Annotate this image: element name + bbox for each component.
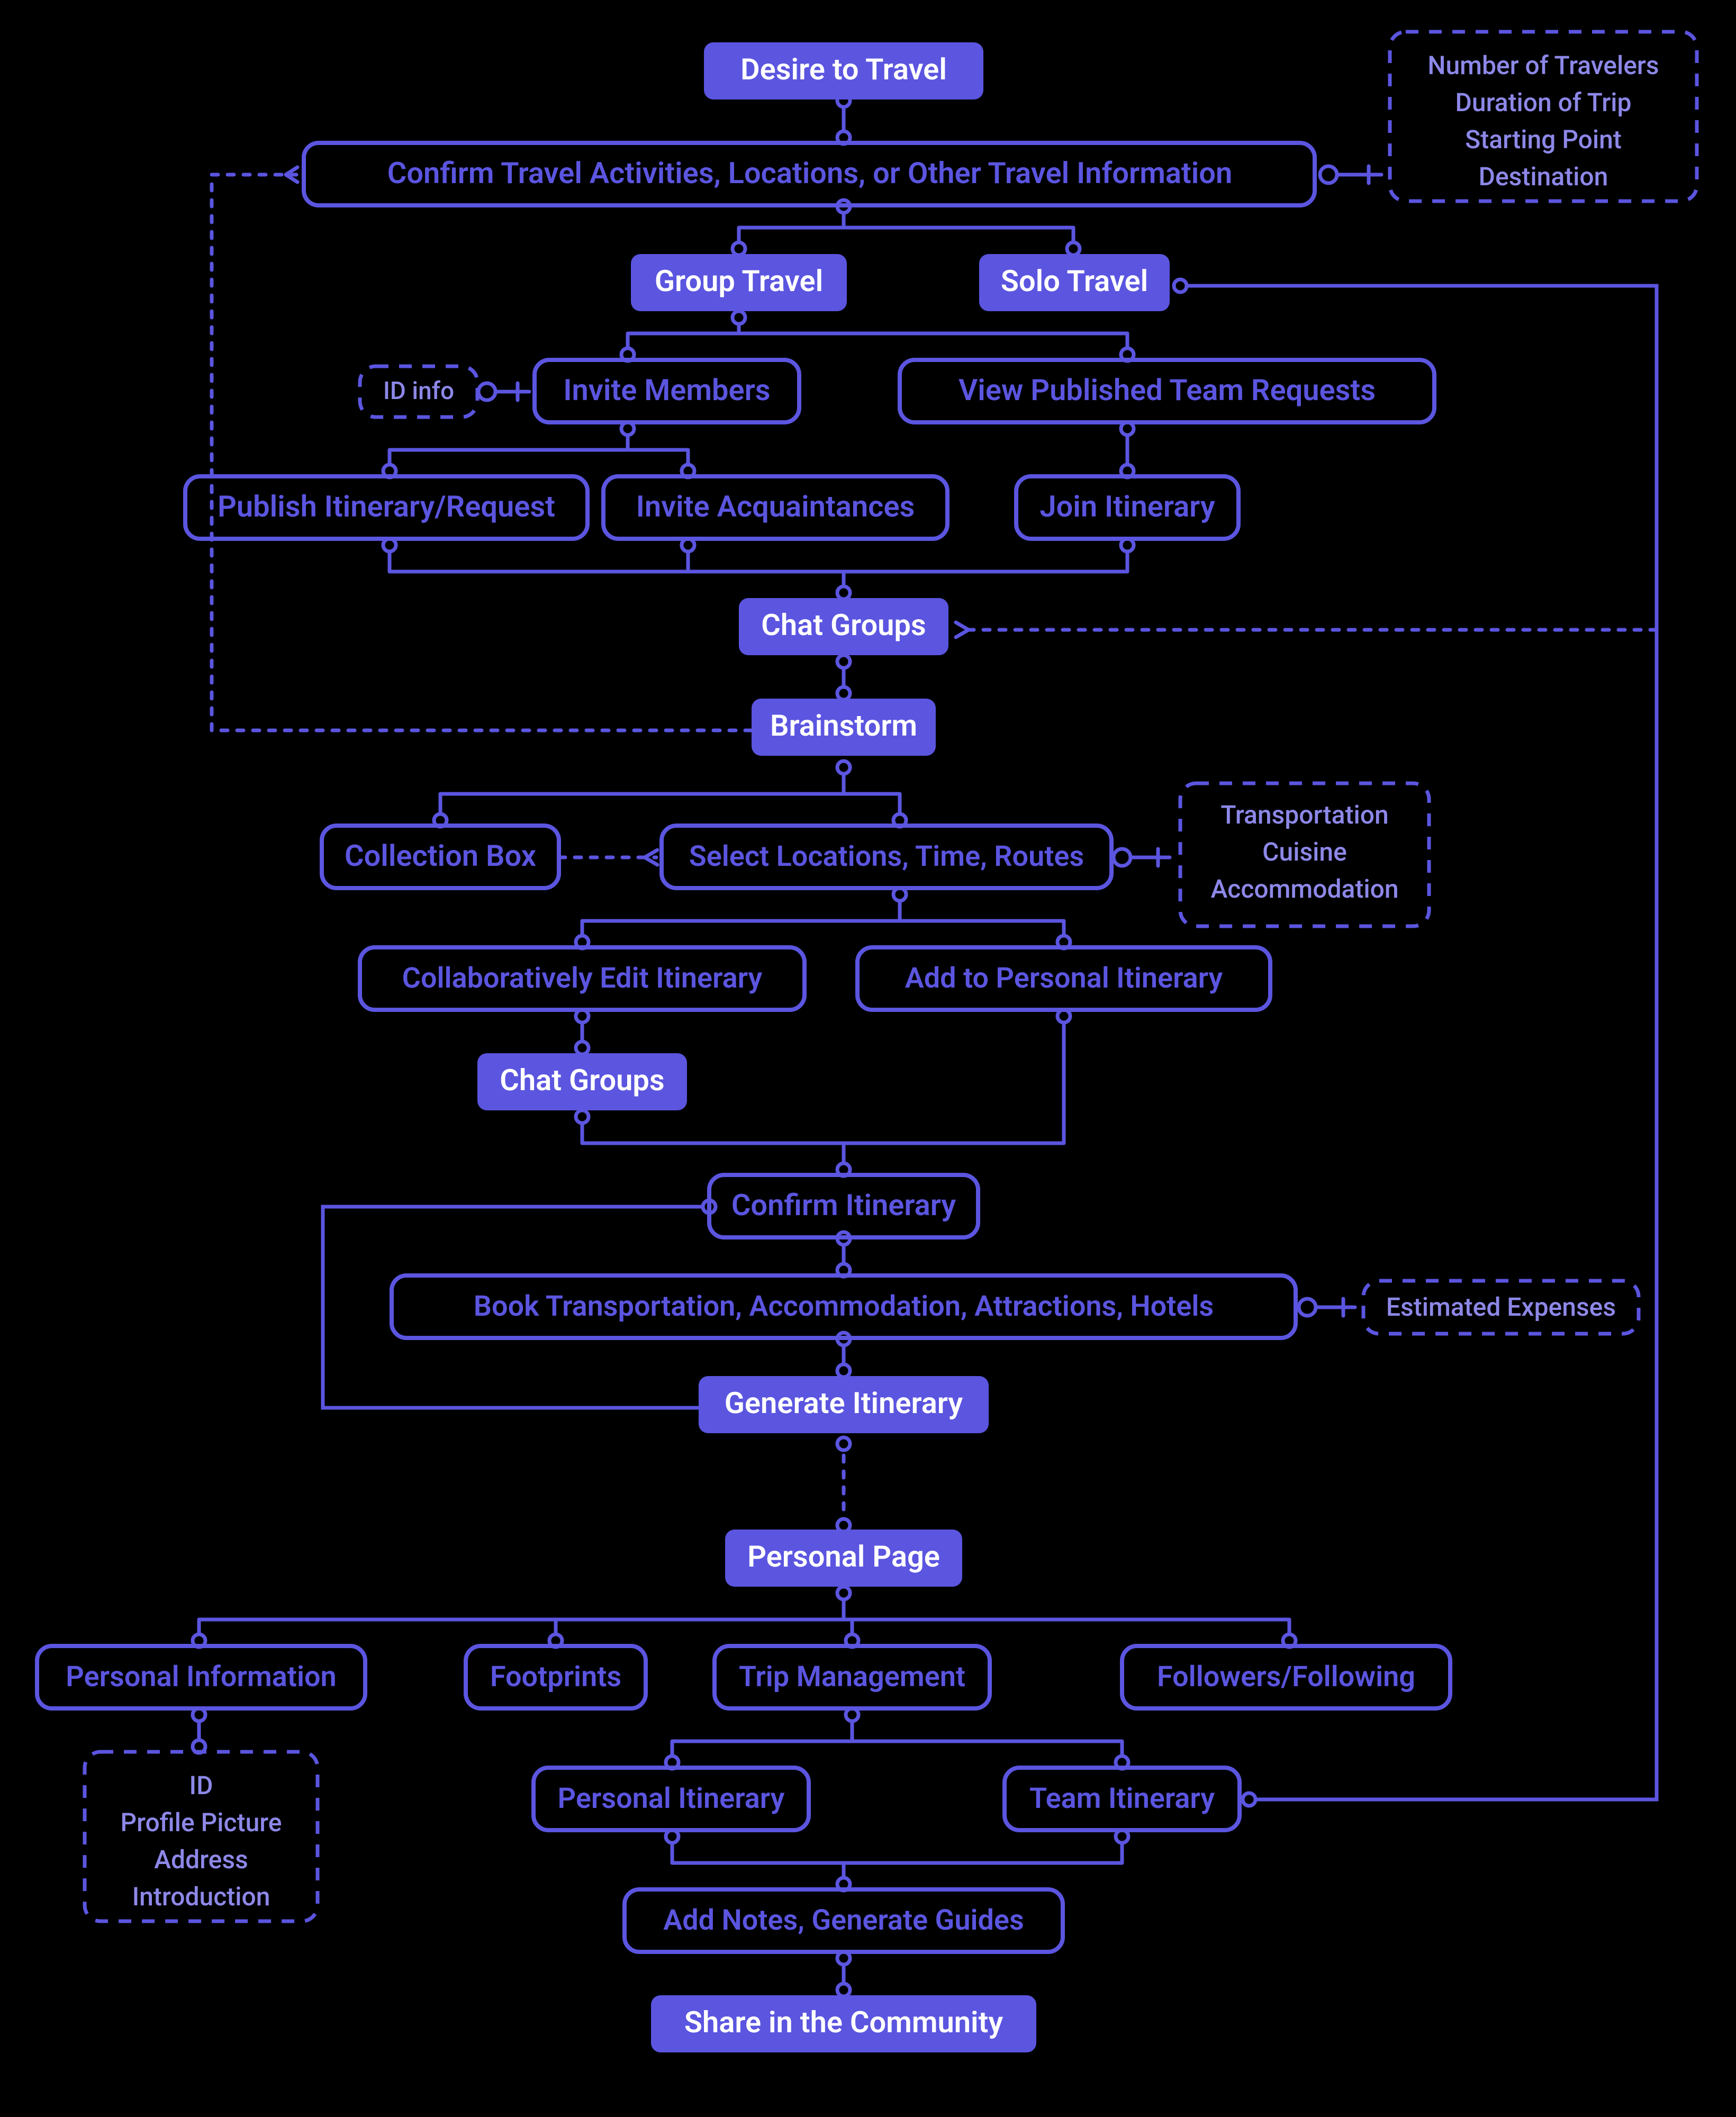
node-label: Invite Acquaintances — [636, 489, 915, 524]
node-group-travel: Group Travel — [631, 254, 847, 311]
edge — [628, 312, 1127, 360]
node-team-itin: Team Itinerary — [1005, 1768, 1240, 1830]
node-generate-itin: Generate Itinerary — [699, 1376, 989, 1433]
svg-text:Duration of Trip: Duration of Trip — [1455, 87, 1632, 117]
node-publish-req: Publish Itinerary/Request — [185, 476, 587, 539]
node-label: Desire to Travel — [740, 52, 947, 87]
node-label: Book Transportation, Accommodation, Attr… — [474, 1290, 1214, 1323]
node-personal-page: Personal Page — [725, 1530, 962, 1587]
node-footprints: Footprints — [466, 1646, 646, 1708]
key-connector — [1299, 1299, 1355, 1316]
node-trip-mgmt: Trip Management — [715, 1646, 990, 1708]
edge — [672, 1709, 1122, 1768]
arrowhead — [956, 622, 969, 637]
node-solo-travel: Solo Travel — [979, 254, 1170, 311]
node-label: Followers/Following — [1157, 1660, 1415, 1694]
annot-travel-params: Number of Travelers Duration of Trip Sta… — [1390, 32, 1697, 201]
node-label: Join Itinerary — [1039, 489, 1215, 524]
svg-text:Number of Travelers: Number of Travelers — [1427, 50, 1659, 80]
edge — [582, 889, 1064, 947]
annot-brainstorm-cat: Transportation Cuisine Accommodation — [1180, 783, 1429, 926]
key-connector — [478, 383, 529, 400]
edge-long-right — [1175, 286, 1657, 1799]
node-label: View Published Team Requests — [959, 373, 1376, 408]
node-personal-info: Personal Information — [37, 1646, 365, 1708]
edge — [199, 1588, 1289, 1646]
node-label: Brainstorm — [770, 708, 917, 743]
key-connector — [1114, 849, 1170, 866]
node-label: Add Notes, Generate Guides — [663, 1904, 1024, 1937]
edge — [390, 540, 1127, 598]
svg-text:Address: Address — [154, 1844, 248, 1875]
node-label: Team Itinerary — [1029, 1782, 1215, 1815]
edge — [440, 762, 900, 826]
node-label: Personal Page — [747, 1539, 940, 1574]
annot-personal-detail: ID Profile Picture Address Introduction — [85, 1752, 318, 1921]
node-book: Book Transportation, Accommodation, Attr… — [392, 1275, 1296, 1338]
node-label: Group Travel — [655, 264, 823, 298]
node-label: Personal Itinerary — [558, 1782, 785, 1815]
node-collab-edit: Collaboratively Edit Itinerary — [360, 947, 804, 1010]
node-chat-groups: Chat Groups — [739, 598, 948, 655]
node-label: Trip Management — [739, 1660, 965, 1694]
node-add-notes: Add Notes, Generate Guides — [625, 1889, 1063, 1952]
svg-text:Destination: Destination — [1479, 161, 1608, 192]
flowchart-canvas: Desire to Travel Confirm Travel Activiti… — [0, 0, 1736, 2117]
node-label: Invite Members — [563, 373, 770, 408]
node-label: Add to Personal Itinerary — [905, 962, 1223, 995]
node-label: Collaboratively Edit Itinerary — [402, 962, 763, 995]
edge — [672, 1831, 1122, 1889]
node-confirm-info: Confirm Travel Activities, Locations, or… — [304, 143, 1315, 205]
edge — [390, 423, 688, 476]
node-label: Publish Itinerary/Request — [218, 489, 555, 524]
node-desire: Desire to Travel — [704, 42, 983, 99]
svg-text:Transportation: Transportation — [1220, 800, 1388, 830]
svg-text:Introduction: Introduction — [132, 1881, 270, 1912]
svg-text:ID: ID — [189, 1770, 213, 1801]
node-label: Chat Groups — [500, 1063, 664, 1098]
node-collection-box: Collection Box — [322, 826, 559, 888]
node-view-team-req: View Published Team Requests — [900, 360, 1434, 422]
svg-text:Cuisine: Cuisine — [1262, 837, 1347, 867]
svg-text:Profile Picture: Profile Picture — [121, 1807, 282, 1838]
node-invite-acq: Invite Acquaintances — [603, 476, 947, 539]
annot-est-expenses: Estimated Expenses — [1363, 1281, 1639, 1334]
edge — [739, 201, 1073, 254]
node-label: Confirm Itinerary — [731, 1188, 956, 1223]
node-label: Confirm Travel Activities, Locations, or… — [387, 156, 1233, 191]
node-share: Share in the Community — [651, 1995, 1036, 2052]
annot-id-info: ID info — [360, 366, 477, 417]
node-add-personal: Add to Personal Itinerary — [857, 947, 1270, 1010]
node-label: Chat Groups — [761, 608, 926, 643]
key-connector — [1320, 166, 1381, 183]
node-label: Share in the Community — [684, 2005, 1003, 2040]
node-label: Solo Travel — [1001, 264, 1148, 298]
node-label: Footprints — [490, 1660, 621, 1694]
svg-text:Accommodation: Accommodation — [1210, 874, 1398, 904]
node-label: Generate Itinerary — [725, 1386, 963, 1421]
node-confirm-itin: Confirm Itinerary — [709, 1175, 978, 1237]
node-followers: Followers/Following — [1122, 1646, 1450, 1708]
node-brainstorm: Brainstorm — [752, 699, 936, 756]
node-label: Collection Box — [345, 838, 536, 873]
node-invite-members: Invite Members — [535, 360, 799, 422]
svg-text:ID info: ID info — [383, 377, 454, 405]
svg-text:Estimated Expenses: Estimated Expenses — [1386, 1292, 1616, 1322]
node-personal-itin: Personal Itinerary — [534, 1768, 809, 1830]
node-label: Personal Information — [66, 1660, 336, 1694]
svg-text:Starting Point: Starting Point — [1465, 124, 1622, 155]
node-select-loc: Select Locations, Time, Routes — [662, 826, 1111, 888]
node-join-itin: Join Itinerary — [1016, 476, 1238, 539]
node-label: Select Locations, Time, Routes — [689, 840, 1084, 873]
node-chat-groups-2: Chat Groups — [477, 1053, 687, 1110]
